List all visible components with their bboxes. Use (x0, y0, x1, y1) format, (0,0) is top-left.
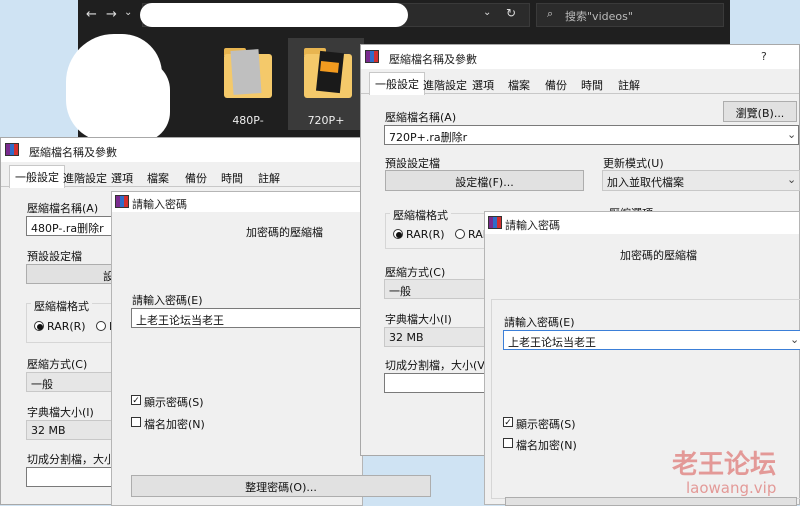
rar4-radio[interactable] (455, 229, 465, 239)
dictionary-label: 字典檔大小(I) (385, 313, 452, 326)
archive-name-input[interactable]: 720P+.ra删除r ⌄ (384, 125, 799, 145)
rar-radio[interactable] (393, 229, 403, 239)
password-value: 上老王论坛当老王 (508, 336, 596, 349)
search-input[interactable]: ⌕ 搜索"videos" (536, 3, 724, 27)
tab-files[interactable]: 檔案 (503, 74, 535, 94)
folder-label: 720P+ (307, 114, 345, 127)
tab-backup[interactable]: 備份 (540, 74, 572, 94)
browse-button[interactable]: 瀏覽(B)... (723, 101, 797, 122)
tab-options[interactable]: 選項 (106, 167, 138, 187)
archive-name-value: 720P+.ra删除r (389, 131, 468, 144)
rar-radio-label: RAR(R) (47, 320, 86, 333)
tab-general[interactable]: 一般設定 (369, 72, 425, 95)
show-password-checkbox[interactable]: ✓ (503, 417, 513, 428)
format-group-label: 壓縮檔格式 (31, 298, 92, 314)
archive-name-label: 壓縮檔名稱(A) (27, 202, 99, 215)
method-label: 壓縮方式(C) (27, 358, 88, 371)
rar-radio-label: RAR(R) (406, 228, 445, 241)
refresh-icon[interactable]: ↻ (506, 6, 516, 20)
chevron-down-icon: ⌄ (787, 173, 797, 186)
tab-bar: 一般設定 進階設定 選項 檔案 備份 時間 註解 (361, 72, 799, 95)
rar-radio[interactable] (34, 321, 44, 331)
tab-backup[interactable]: 備份 (180, 167, 212, 187)
watermark-url: laowang.vip (686, 479, 777, 497)
winrar-app-icon (488, 216, 502, 229)
dialog-heading: 加密碼的壓縮檔 (620, 249, 697, 262)
folder-tile-480p[interactable]: 480P- (208, 40, 288, 128)
window-title: 請輸入密碼 (132, 198, 187, 211)
password-label: 請輸入密碼(E) (504, 316, 575, 329)
tab-comment[interactable]: 註解 (613, 74, 645, 94)
winrar-app-icon (115, 195, 129, 208)
update-mode-label: 更新模式(U) (603, 157, 664, 170)
title-bar: 請輸入密碼 (485, 212, 799, 234)
method-label: 壓縮方式(C) (385, 266, 446, 279)
back-arrow-icon[interactable]: ← (86, 7, 97, 22)
folder-thumbnail (315, 50, 345, 94)
redaction-mark (140, 3, 408, 27)
show-password-checkbox[interactable]: ✓ (131, 395, 141, 406)
password-input[interactable]: 上老王论坛当老王 ⌄ (503, 330, 800, 350)
title-bar: 壓縮檔名稱及參數 ? (361, 45, 799, 69)
encrypt-names-label: 檔名加密(N) (144, 418, 205, 431)
chevron-down-icon[interactable]: ⌄ (790, 333, 799, 346)
redaction-mark (100, 60, 170, 142)
encrypt-names-checkbox[interactable] (503, 438, 513, 448)
tab-time[interactable]: 時間 (576, 74, 608, 94)
watermark-text: 老王论坛 (672, 450, 777, 480)
folder-thumbnail (230, 49, 262, 95)
tab-files[interactable]: 檔案 (142, 167, 174, 187)
split-size-input[interactable] (384, 373, 494, 393)
tab-time[interactable]: 時間 (216, 167, 248, 187)
dictionary-select[interactable]: 32 MB (384, 327, 494, 347)
organize-passwords-button[interactable]: 整理密碼(O)... (131, 475, 431, 497)
encrypt-names-checkbox[interactable] (131, 417, 141, 427)
forward-arrow-icon[interactable]: → (106, 7, 117, 22)
rar4-radio[interactable] (96, 321, 106, 331)
search-placeholder: 搜索"videos" (565, 10, 633, 23)
dialog-heading: 加密碼的壓縮檔 (246, 226, 323, 239)
title-bar: 壓縮檔名稱及參數 (1, 138, 361, 162)
profile-label: 預設設定檔 (385, 157, 440, 170)
split-label: 切成分割檔，大小(V) (385, 359, 490, 372)
tab-bar: 一般設定 進階設定 選項 檔案 備份 時間 註解 (1, 165, 361, 188)
password-input[interactable]: 上老王论坛当老王 (131, 308, 364, 328)
show-password-label: 顯示密碼(S) (516, 418, 576, 431)
archive-dialog-left: 壓縮檔名稱及參數 一般設定 進階設定 選項 檔案 備份 時間 註解 壓縮檔名稱(… (0, 137, 431, 506)
method-select[interactable]: 一般 (384, 279, 494, 299)
tab-advanced[interactable]: 進階設定 (58, 167, 112, 187)
update-mode-value: 加入並取代檔案 (607, 176, 684, 189)
password-dialog-left: 請輸入密碼 加密碼的壓縮檔 請輸入密碼(E) 上老王论坛当老王 ✓ 顯示密碼(S… (111, 191, 431, 506)
address-dropdown-icon[interactable]: ⌄ (483, 7, 491, 18)
format-group-label: 壓縮檔格式 (390, 207, 451, 223)
window-title: 壓縮檔名稱及參數 (389, 53, 477, 66)
split-label: 切成分割檔，大小( (27, 453, 120, 466)
tab-options[interactable]: 選項 (467, 74, 499, 94)
search-icon: ⌕ (547, 7, 554, 20)
recent-dropdown-icon[interactable]: ⌄ (124, 7, 132, 18)
tab-general[interactable]: 一般設定 (9, 165, 65, 188)
archive-name-label: 壓縮檔名稱(A) (385, 111, 457, 124)
window-title: 請輸入密碼 (505, 219, 560, 232)
profiles-button[interactable]: 設定檔(F)... (385, 170, 584, 191)
show-password-label: 顯示密碼(S) (144, 396, 204, 409)
profile-label: 預設設定檔 (27, 250, 82, 263)
tab-comment[interactable]: 註解 (253, 167, 285, 187)
winrar-app-icon (365, 50, 379, 63)
update-mode-select[interactable]: 加入並取代檔案 ⌄ (602, 170, 800, 191)
window-title: 壓縮檔名稱及參數 (29, 146, 117, 159)
folder-tile-720p[interactable]: 720P+ (288, 38, 364, 130)
title-bar: 請輸入密碼 (112, 192, 362, 212)
dictionary-label: 字典檔大小(I) (27, 406, 94, 419)
encrypt-names-label: 檔名加密(N) (516, 439, 577, 452)
password-label: 請輸入密碼(E) (132, 294, 203, 307)
help-icon[interactable]: ? (761, 50, 767, 63)
tab-advanced[interactable]: 進階設定 (418, 74, 472, 94)
chevron-down-icon[interactable]: ⌄ (787, 128, 796, 141)
folder-label: 480P- (232, 114, 264, 127)
winrar-app-icon (5, 143, 19, 156)
